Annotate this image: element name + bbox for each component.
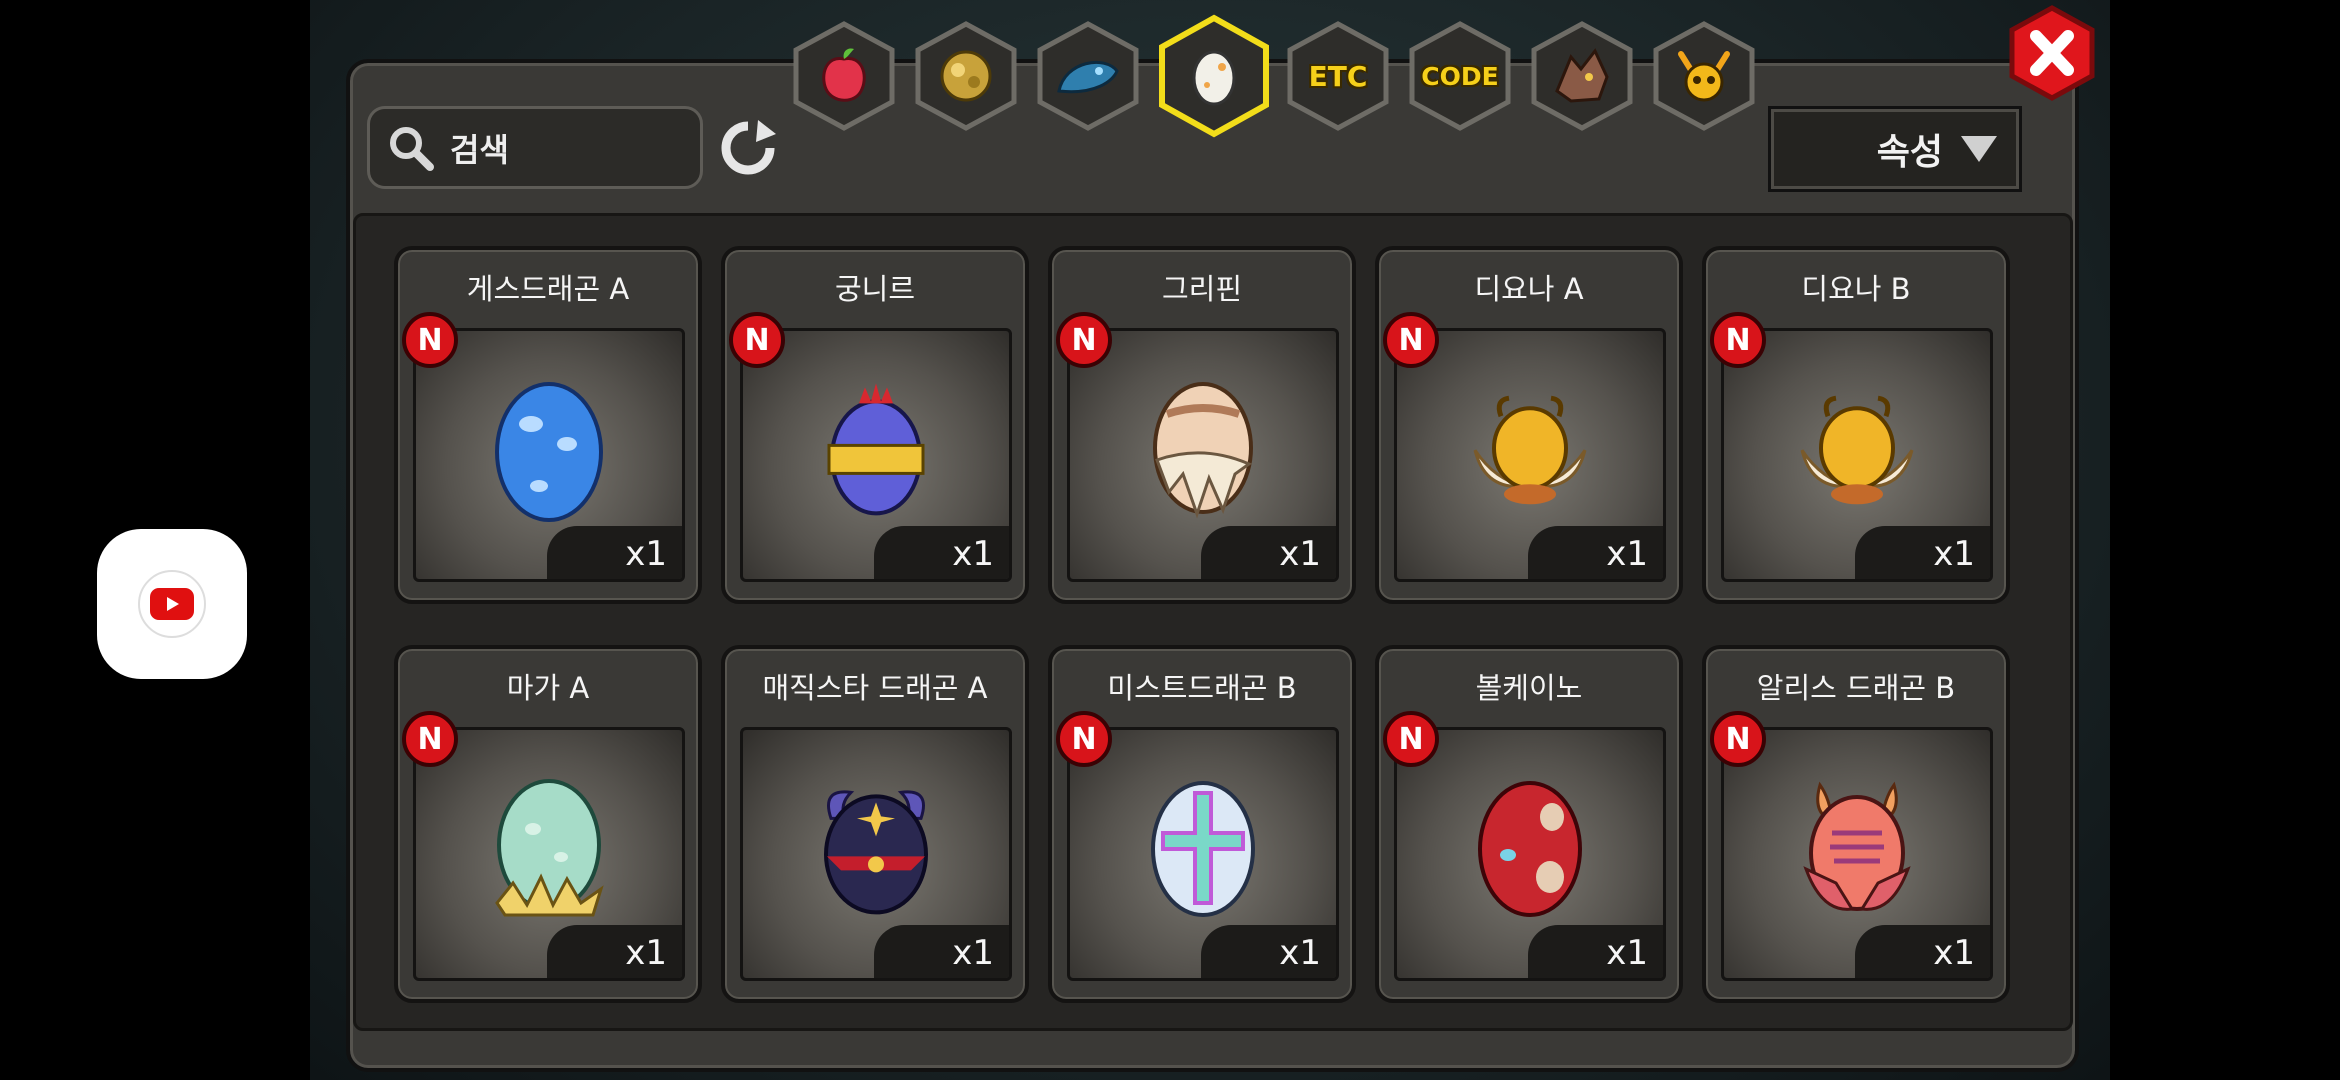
red-spotted-egg-icon	[1478, 781, 1582, 917]
item-name: 미스트드래곤 B	[1107, 671, 1297, 705]
item-name: 마가 A	[506, 671, 590, 705]
item-quantity: x1	[1528, 526, 1663, 579]
item-card[interactable]: 게스드래곤 A x1 N	[394, 246, 702, 604]
category-tabs: ETC CODE	[790, 14, 1755, 144]
new-badge-icon: N	[1383, 312, 1439, 368]
crowned-purple-egg-icon	[827, 383, 925, 516]
item-card[interactable]: 마가 A x1 N	[394, 645, 702, 1003]
item-card[interactable]: 디요나 A x1 N	[1375, 246, 1683, 604]
svg-text:N: N	[1398, 323, 1423, 358]
item-quantity: x1	[547, 925, 682, 978]
gold-ore-icon	[940, 50, 992, 102]
item-card[interactable]: 볼케이노 x1 N	[1375, 645, 1683, 1003]
horned-navy-egg-icon	[824, 790, 928, 915]
svg-text:N: N	[1398, 722, 1423, 757]
svg-text:N: N	[1725, 722, 1750, 757]
new-badge-icon: N	[729, 312, 785, 368]
new-badge-icon: N	[402, 711, 458, 767]
dragon-head-icon	[1555, 48, 1609, 103]
search-input[interactable]: 검색	[450, 125, 509, 171]
item-name: 알리스 드래곤 B	[1756, 671, 1956, 705]
item-card[interactable]: 알리스 드래곤 B x1 N	[1702, 645, 2010, 1003]
attribute-sort-dropdown[interactable]: 속성	[1768, 106, 2022, 192]
tab-etc-label: ETC	[1308, 59, 1368, 93]
new-badge-icon: N	[1710, 711, 1766, 767]
egg-icon	[1192, 50, 1236, 106]
new-badge-icon: N	[1056, 312, 1112, 368]
item-name: 궁니르	[834, 272, 916, 306]
item-quantity: x1	[1201, 526, 1336, 579]
svg-text:N: N	[417, 323, 442, 358]
search-field[interactable]: 검색	[367, 106, 703, 189]
cross-pale-blue-egg-icon	[1151, 781, 1255, 917]
chevron-down-icon	[1961, 136, 1997, 162]
pink-winged-egg-icon	[1803, 781, 1911, 911]
item-quantity: x1	[1855, 925, 1990, 978]
tab-scale[interactable]	[1034, 20, 1142, 132]
item-name: 그리핀	[1161, 272, 1243, 306]
tab-etc[interactable]: ETC	[1284, 20, 1392, 132]
tab-dragon[interactable]	[1528, 20, 1636, 132]
tab-ore[interactable]	[912, 20, 1020, 132]
item-card[interactable]: 디요나 B x1 N	[1702, 246, 2010, 604]
item-quantity: x1	[1201, 925, 1336, 978]
search-icon	[390, 126, 434, 171]
new-badge-icon: N	[1710, 312, 1766, 368]
svg-text:N: N	[417, 722, 442, 757]
item-card[interactable]: 그리핀 x1 N	[1048, 246, 1356, 604]
feathered-cream-egg-icon	[1153, 382, 1253, 519]
item-quantity: x1	[874, 925, 1009, 978]
tab-code-label: CODE	[1421, 61, 1499, 91]
tab-pet[interactable]	[1650, 20, 1758, 132]
item-name: 디요나 A	[1474, 272, 1584, 306]
youtube-floating-button[interactable]	[97, 529, 247, 679]
svg-text:N: N	[1071, 323, 1096, 358]
blue-spotted-egg-icon	[495, 382, 603, 522]
svg-text:N: N	[744, 323, 769, 358]
winged-gold-egg-icon	[1473, 395, 1587, 505]
tab-code[interactable]: CODE	[1406, 20, 1514, 132]
item-card[interactable]: 매직스타 드래곤 A x1	[721, 645, 1029, 1003]
sort-label: 속성	[1876, 132, 1943, 173]
item-name: 매직스타 드래곤 A	[762, 671, 988, 705]
item-image-frame: x1	[740, 727, 1012, 981]
new-badge-icon: N	[402, 312, 458, 368]
winged-gold-egg-icon	[1800, 395, 1914, 505]
new-badge-icon: N	[1056, 711, 1112, 767]
close-button[interactable]	[2006, 4, 2098, 102]
new-badge-icon: N	[1383, 711, 1439, 767]
item-quantity: x1	[547, 526, 682, 579]
item-name: 볼케이노	[1475, 671, 1583, 705]
tab-fruit[interactable]	[790, 20, 898, 132]
youtube-icon	[138, 570, 206, 638]
item-quantity: x1	[874, 526, 1009, 579]
svg-text:N: N	[1725, 323, 1750, 358]
item-card[interactable]: 미스트드래곤 B x1 N	[1048, 645, 1356, 1003]
item-quantity: x1	[1528, 925, 1663, 978]
red-fruit-icon	[822, 48, 866, 102]
blue-scale-icon	[1057, 60, 1119, 94]
refresh-icon[interactable]	[718, 118, 778, 178]
item-name: 게스드래곤 A	[466, 272, 630, 306]
item-quantity: x1	[1855, 526, 1990, 579]
tab-egg[interactable]	[1156, 14, 1272, 138]
horned-face-icon	[1678, 51, 1730, 102]
svg-text:N: N	[1071, 722, 1096, 757]
item-card[interactable]: 궁니르 x1 N	[721, 246, 1029, 604]
item-name: 디요나 B	[1801, 272, 1911, 306]
mint-nest-egg-icon	[495, 779, 604, 917]
